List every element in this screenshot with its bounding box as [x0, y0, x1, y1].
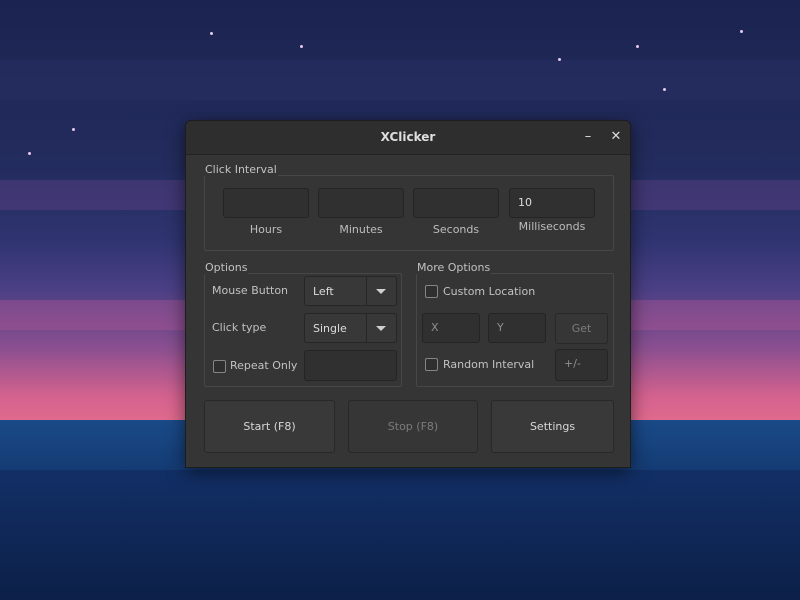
seconds-caption: Seconds	[432, 223, 480, 236]
star	[210, 32, 213, 35]
star	[636, 45, 639, 48]
options-label: Options	[204, 261, 249, 274]
dropdown-separator	[366, 277, 367, 305]
star	[558, 58, 561, 61]
random-range-input[interactable]: +/-	[555, 349, 608, 381]
repeat-count-input[interactable]	[304, 350, 397, 381]
y-coordinate-input[interactable]: Y	[488, 313, 546, 343]
star	[663, 88, 666, 91]
click-type-value: Single	[313, 322, 347, 335]
close-icon[interactable]: ✕	[606, 127, 626, 147]
hours-input[interactable]	[223, 188, 309, 218]
dropdown-separator	[366, 314, 367, 342]
star	[28, 152, 31, 155]
sky-stripe	[0, 60, 800, 100]
mouse-button-label: Mouse Button	[212, 284, 289, 297]
wallpaper-hill	[0, 470, 800, 600]
random-interval-checkbox[interactable]	[425, 358, 438, 371]
title-bar[interactable]: XClicker – ✕	[186, 121, 630, 155]
mouse-button-dropdown[interactable]: Left	[304, 276, 397, 306]
minimize-icon[interactable]: –	[578, 127, 598, 147]
mouse-button-value: Left	[313, 285, 334, 298]
window-title: XClicker	[380, 130, 436, 144]
milliseconds-caption: Milliseconds	[518, 220, 586, 233]
chevron-down-icon	[376, 326, 386, 331]
star	[740, 30, 743, 33]
more-options-label: More Options	[416, 261, 492, 274]
custom-location-checkbox[interactable]	[425, 285, 438, 298]
xclicker-window: XClicker – ✕ Click Interval Hours Minute…	[185, 120, 631, 468]
minutes-caption: Minutes	[339, 223, 383, 236]
star	[300, 45, 303, 48]
x-coordinate-input[interactable]: X	[422, 313, 480, 343]
get-location-button[interactable]: Get	[555, 313, 608, 344]
custom-location-label: Custom Location	[443, 285, 536, 298]
click-type-dropdown[interactable]: Single	[304, 313, 397, 343]
repeat-only-checkbox[interactable]	[213, 360, 226, 373]
seconds-input[interactable]	[413, 188, 499, 218]
click-interval-label: Click Interval	[204, 163, 278, 176]
hours-caption: Hours	[249, 223, 283, 236]
click-type-label: Click type	[212, 321, 267, 334]
minutes-input[interactable]	[318, 188, 404, 218]
milliseconds-input[interactable]: 10	[509, 188, 595, 218]
chevron-down-icon	[376, 289, 386, 294]
settings-button[interactable]: Settings	[491, 400, 614, 453]
stop-button[interactable]: Stop (F8)	[348, 400, 478, 453]
repeat-only-label: Repeat Only	[230, 359, 298, 372]
star	[72, 128, 75, 131]
start-button[interactable]: Start (F8)	[204, 400, 335, 453]
random-interval-label: Random Interval	[443, 358, 535, 371]
